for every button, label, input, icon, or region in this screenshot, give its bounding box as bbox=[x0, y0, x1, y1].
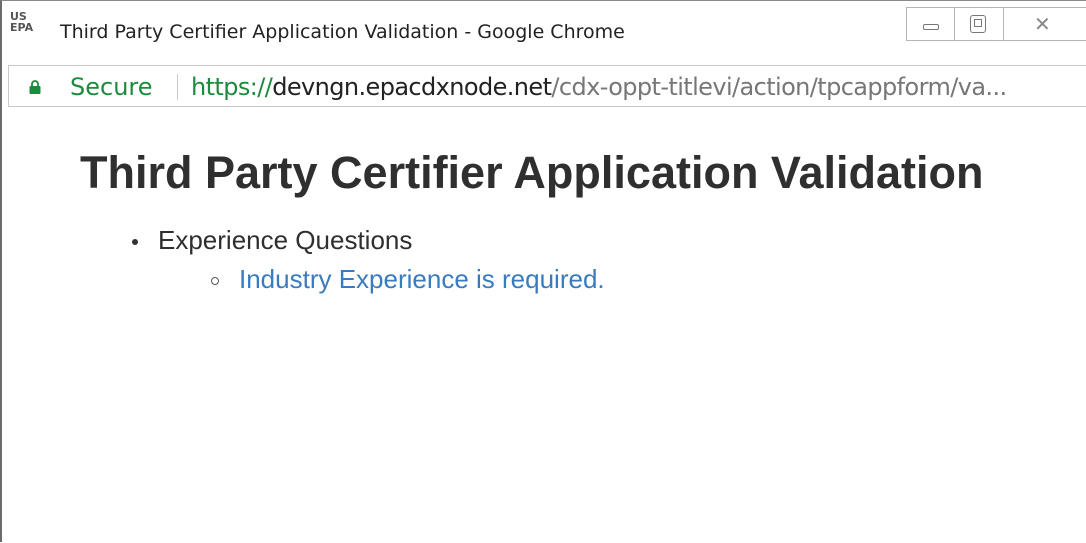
error-link[interactable]: Industry Experience is required. bbox=[239, 264, 605, 294]
browser-popup-window: US EPA Third Party Certifier Application… bbox=[0, 0, 1086, 543]
window-title: Third Party Certifier Application Valida… bbox=[60, 21, 625, 43]
minimize-button[interactable] bbox=[906, 7, 954, 41]
secure-label[interactable]: Secure bbox=[70, 73, 153, 101]
validation-section: Experience Questions Industry Experience… bbox=[124, 225, 605, 295]
close-icon: ✕ bbox=[1034, 12, 1051, 36]
url-text[interactable]: https://devngn.epacdxnode.net/cdx-oppt-t… bbox=[191, 73, 1007, 101]
lock-icon bbox=[29, 80, 41, 94]
page-title: Third Party Certifier Application Valida… bbox=[80, 147, 984, 198]
url-path: /cdx-oppt-titlevi/action/tpcappform/va..… bbox=[551, 73, 1007, 101]
minimize-icon bbox=[923, 24, 939, 30]
bullet-disc-icon bbox=[132, 239, 138, 245]
url-scheme: https:// bbox=[191, 73, 273, 101]
close-button[interactable]: ✕ bbox=[1004, 7, 1086, 41]
epa-favicon: US EPA bbox=[10, 11, 34, 37]
address-bar[interactable]: Secure https://devngn.epacdxnode.net/cdx… bbox=[8, 65, 1086, 107]
maximize-button[interactable] bbox=[954, 7, 1004, 41]
maximize-icon bbox=[970, 15, 986, 33]
validation-list: Experience Questions Industry Experience… bbox=[124, 225, 605, 295]
favicon-text-epa: EPA bbox=[10, 21, 34, 34]
page-content: Third Party Certifier Application Valida… bbox=[4, 107, 1086, 543]
error-item: Industry Experience is required. bbox=[203, 264, 605, 295]
window-controls: ✕ bbox=[906, 7, 1086, 41]
bullet-circle-icon bbox=[211, 277, 219, 285]
url-host: devngn.epacdxnode.net bbox=[272, 73, 552, 101]
section-label: Experience Questions bbox=[158, 225, 413, 255]
error-list: Industry Experience is required. bbox=[203, 264, 605, 295]
address-separator bbox=[177, 74, 178, 100]
window-titlebar[interactable]: US EPA Third Party Certifier Application… bbox=[2, 1, 1086, 65]
